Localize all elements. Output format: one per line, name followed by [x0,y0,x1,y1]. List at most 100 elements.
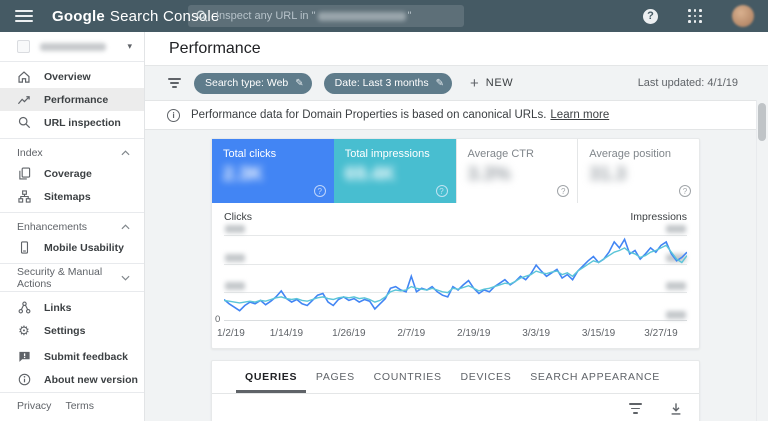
search-placeholder-suffix: " [407,10,412,22]
learn-more-link[interactable]: Learn more [550,109,609,121]
banner-text: Performance data for Domain Properties i… [191,109,610,121]
redacted-domain [317,11,406,21]
chart-plot-area: 0 [215,225,687,325]
sidebar-item-coverage[interactable]: Coverage [0,162,144,185]
tab-search-appearance[interactable]: SEARCH APPEARANCE [521,361,669,393]
x-axis-tick-label: 2/7/19 [397,328,426,339]
x-axis-tick-label: 3/15/19 [581,328,616,339]
new-filter-button[interactable]: + NEW [470,76,513,91]
metric-total-clicks[interactable]: Total clicks 2.3K ? [212,139,334,203]
sidebar-item-settings[interactable]: ⚙ Settings [0,319,144,342]
performance-summary-card: Total clicks 2.3K ? Total impressions 69… [211,138,700,349]
filter-icon[interactable] [167,77,182,89]
sidebar-item-sitemaps[interactable]: Sitemaps [0,185,144,208]
metric-cards-row: Total clicks 2.3K ? Total impressions 69… [212,139,699,203]
sidebar-item-label: URL inspection [44,116,121,129]
sidebar-section-index[interactable]: Index [0,143,144,162]
sidebar-item-label: Links [44,301,72,314]
url-inspect-input[interactable]: Inspect any URL in " " [188,5,464,27]
user-avatar[interactable] [732,5,754,27]
google-search-console-app: Google Search Console Inspect any URL in … [0,0,768,421]
sidebar-item-links[interactable]: Links [0,296,144,319]
sidebar-section-security-manual-actions[interactable]: Security & Manual Actions [0,266,144,290]
pencil-edit-icon: ✎ [295,77,304,89]
terms-link[interactable]: Terms [65,400,94,412]
performance-chart: Clicks Impressions 0 1/2/19 1/14/19 1/26… [212,203,699,348]
dimension-tabs: QUERIES PAGES COUNTRIES DEVICES SEARCH A… [212,361,699,394]
chart-lines-svg [224,237,687,312]
metric-average-position[interactable]: Average position 31.3 ? [577,139,699,203]
info-icon [17,373,31,386]
x-axis-tick-label: 1/26/19 [332,328,366,339]
help-icon[interactable]: ? [557,185,570,197]
page-header: Performance [145,32,768,66]
metric-total-impressions[interactable]: Total impressions 69.4K ? [333,139,456,203]
main-content: Performance Search type: Web ✎ Date: Las… [145,32,768,421]
sidebar-item-label: Sitemaps [44,190,91,203]
plus-icon: + [470,74,479,92]
info-icon: i [167,108,180,122]
tab-queries[interactable]: QUERIES [236,361,307,393]
metric-average-ctr[interactable]: Average CTR 3.3% ? [455,139,578,203]
sidebar-item-label: Mobile Usability [44,241,124,254]
x-axis-tick-label: 3/3/19 [522,328,551,339]
x-axis-tick-label: 1/2/19 [217,328,245,339]
divider [0,212,144,213]
hamburger-menu-icon[interactable] [15,10,33,22]
sidebar-item-submit-feedback[interactable]: Submit feedback [0,345,144,368]
coverage-pages-icon [17,167,31,180]
apps-grid-icon[interactable] [688,9,702,23]
tab-pages[interactable]: PAGES [307,361,364,393]
help-icon[interactable]: ? [679,185,691,197]
home-icon [17,70,31,84]
help-icon[interactable]: ? [313,185,326,197]
chevron-up-icon [121,223,130,230]
table-filter-icon[interactable] [628,403,643,414]
search-placeholder-prefix: Inspect any URL in " [216,10,316,22]
series-line-impressions [224,244,687,304]
divider [0,291,144,292]
x-axis-labels: 1/2/19 1/14/19 1/26/19 2/7/19 2/19/19 3/3/19 3… [217,326,687,342]
x-axis-tick-label: 2/19/19 [457,328,491,339]
info-banner: i Performance data for Domain Properties… [145,100,768,130]
tab-devices[interactable]: DEVICES [451,361,520,393]
y-axis-left-label: Clicks [224,211,252,223]
sidebar-item-label: Performance [44,93,109,106]
search-icon [196,10,208,22]
logo-google-text: Google [52,7,105,25]
top-app-bar: Google Search Console Inspect any URL in … [0,0,768,32]
sidebar-section-enhancements[interactable]: Enhancements [0,217,144,236]
sidebar-item-performance[interactable]: Performance [0,88,144,111]
tab-countries[interactable]: COUNTRIES [365,361,451,393]
page-title: Performance [169,39,261,57]
sidebar-item-overview[interactable]: Overview [0,65,144,88]
filter-chip-date-range[interactable]: Date: Last 3 months ✎ [323,72,453,94]
pencil-edit-icon: ✎ [435,77,445,89]
sidebar-item-label: About new version [44,373,138,386]
smartphone-icon [17,241,31,254]
sidebar-item-label: Overview [44,70,91,83]
divider [0,138,144,139]
y-axis-right-label: Impressions [630,211,687,223]
sidebar-item-label: Settings [44,324,86,337]
help-icon[interactable]: ? [435,185,448,197]
metric-value-blurred: 2.3K [223,164,264,185]
metric-value-blurred: 31.3 [589,164,627,185]
scrollbar-thumb[interactable] [758,103,766,141]
sidebar-item-about-new-version[interactable]: About new version [0,368,144,391]
gear-icon: ⚙ [18,323,30,338]
help-icon[interactable]: ? [643,8,658,24]
privacy-link[interactable]: Privacy [17,400,51,412]
trending-up-icon [17,93,31,107]
sidebar-item-mobile-usability[interactable]: Mobile Usability [0,236,144,259]
chevron-up-icon [121,149,130,156]
sidebar-item-url-inspection[interactable]: URL inspection [0,111,144,134]
filter-chip-search-type[interactable]: Search type: Web ✎ [194,72,312,94]
property-selector[interactable]: ▾ [0,32,144,62]
property-favicon-placeholder [17,40,30,53]
sitemap-tree-icon [17,190,31,203]
last-updated-text: Last updated: 4/1/19 [637,77,738,89]
vertical-scrollbar[interactable] [756,100,768,421]
download-icon[interactable] [669,402,683,416]
y-axis-zero-label: 0 [215,314,221,325]
